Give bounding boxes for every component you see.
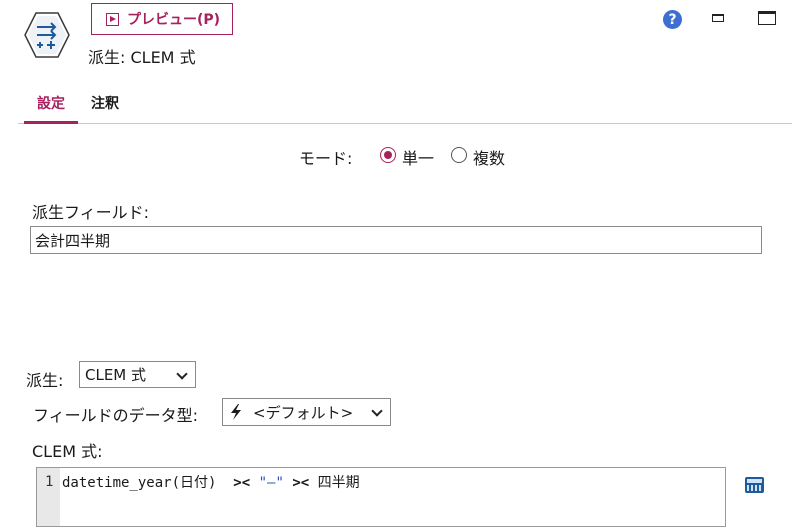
lightning-icon — [231, 404, 241, 420]
code-operator: >< — [292, 475, 310, 491]
derive-as-label: 派生: — [26, 371, 64, 390]
code-field: 四半期 — [309, 475, 360, 491]
field-type-label: フィールドのデータ型: — [33, 406, 199, 425]
preview-button[interactable]: プレビュー(P) — [91, 3, 233, 35]
active-tab-indicator — [24, 121, 78, 124]
code-operator: >< — [233, 475, 251, 491]
minimize-icon[interactable] — [712, 14, 724, 22]
help-icon[interactable]: ? — [663, 10, 682, 29]
code-string: "—" — [258, 475, 284, 491]
code-function: datetime_year(日付) — [62, 475, 234, 491]
mode-multiple-label[interactable]: 複数 — [473, 145, 505, 169]
mode-label: モード: — [299, 149, 353, 168]
tab-settings[interactable]: 設定 — [37, 93, 65, 113]
derive-as-value: CLEM 式 — [85, 366, 147, 384]
field-type-select[interactable]: <デフォルト> — [222, 398, 391, 426]
chevron-down-icon — [371, 405, 383, 417]
derive-field-label: 派生フィールド: — [32, 203, 150, 222]
clem-expression-label: CLEM 式: — [32, 442, 103, 461]
preview-button-label: プレビュー(P) — [127, 12, 221, 28]
expression-builder-calculator-icon[interactable] — [745, 477, 764, 493]
tab-annotations[interactable]: 注釈 — [91, 93, 119, 113]
mode-multiple-radio[interactable] — [451, 147, 467, 163]
clem-code-line[interactable]: datetime_year(日付) >< "—" >< 四半期 — [62, 472, 360, 492]
maximize-icon[interactable] — [758, 11, 776, 25]
tab-divider — [18, 123, 792, 124]
derive-field-input[interactable] — [30, 226, 762, 254]
field-type-value: <デフォルト> — [253, 403, 354, 422]
play-icon — [106, 12, 119, 26]
mode-single-label[interactable]: 単一 — [402, 145, 434, 169]
line-number: 1 — [45, 474, 54, 490]
chevron-down-icon — [176, 368, 188, 380]
derive-node-icon — [22, 10, 72, 60]
derive-as-select[interactable]: CLEM 式 — [79, 361, 196, 388]
mode-single-radio[interactable] — [380, 147, 396, 163]
node-title: 派生: CLEM 式 — [88, 48, 196, 67]
clem-expression-editor[interactable]: 1 datetime_year(日付) >< "—" >< 四半期 — [36, 467, 726, 527]
